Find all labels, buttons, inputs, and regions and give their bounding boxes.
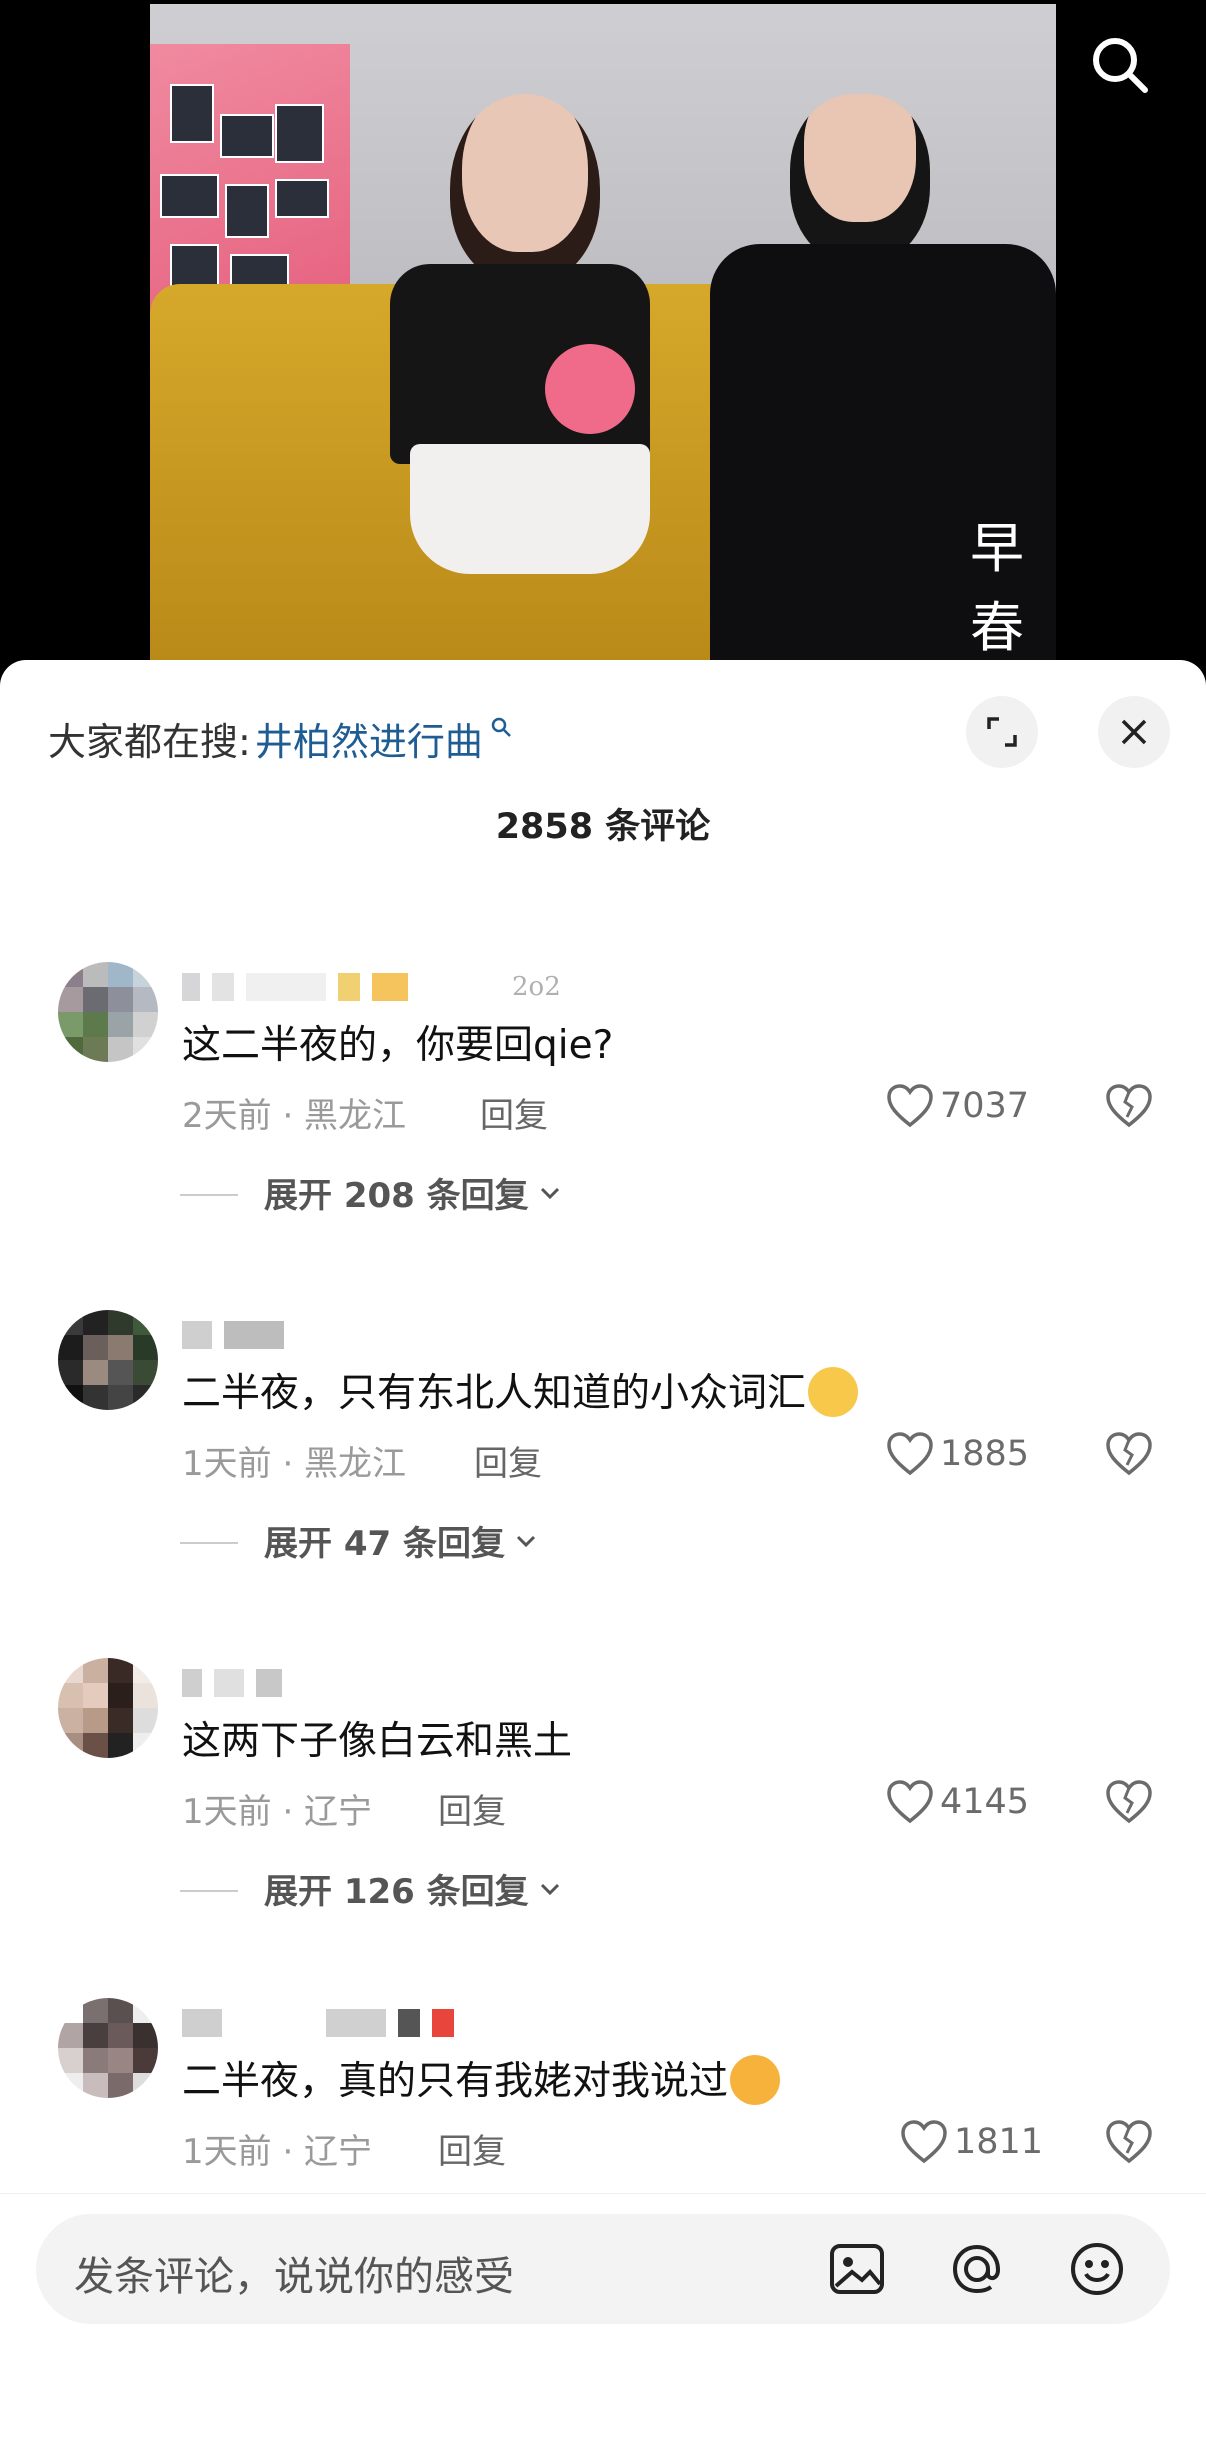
- video-player[interactable]: 早春: [0, 0, 1206, 660]
- trending-prefix: 大家都在搜:: [48, 719, 251, 764]
- dislike-icon[interactable]: [1105, 2118, 1153, 2166]
- chevron-down-icon: [540, 1187, 559, 1199]
- laughing-crying-emoji: [730, 2054, 781, 2105]
- search-small-icon: [489, 715, 513, 746]
- reply-button[interactable]: 回复: [438, 2124, 506, 2173]
- username-blurred[interactable]: [182, 2004, 454, 2042]
- comment-meta: 1天前 · 辽宁: [182, 1792, 373, 1832]
- expand-replies-button[interactable]: 展开 208 条回复: [180, 1168, 565, 1217]
- dislike-icon[interactable]: [1105, 1430, 1153, 1478]
- like-button[interactable]: 7037: [886, 1080, 1029, 1132]
- comment-text: 这二半夜的，你要回qie?: [182, 1023, 614, 1068]
- chevron-down-icon: [516, 1535, 536, 1547]
- username-fragment: 2o2: [512, 972, 561, 1002]
- username-blurred[interactable]: 2o2: [182, 968, 561, 1006]
- reply-button[interactable]: 回复: [438, 1784, 506, 1833]
- at-icon[interactable]: [946, 2238, 1008, 2300]
- hand-fan: [545, 344, 635, 434]
- like-count: 1811: [954, 2122, 1044, 2162]
- expand-replies-button[interactable]: 展开 126 条回复: [180, 1864, 565, 1913]
- search-icon[interactable]: [1085, 30, 1155, 100]
- like-count: 7037: [940, 1086, 1030, 1126]
- comment-item: 二半夜，真的只有我姥对我说过 1天前 · 辽宁 回复 1811: [0, 1998, 1206, 2198]
- avatar[interactable]: [58, 1310, 158, 1410]
- expand-replies-label: 展开 47 条回复: [264, 1524, 505, 1564]
- emoji-icon[interactable]: [1066, 2238, 1128, 2300]
- dislike-icon[interactable]: [1105, 1082, 1153, 1130]
- comment-input-placeholder: 发条评论，说说你的感受: [74, 2254, 514, 2300]
- close-icon[interactable]: [1098, 696, 1170, 768]
- reply-button[interactable]: 回复: [480, 1088, 548, 1137]
- comment-count: 2858 条评论: [495, 807, 711, 847]
- expand-replies-button[interactable]: 展开 47 条回复: [180, 1516, 541, 1565]
- comment-item: 这两下子像白云和黑土 1天前 · 辽宁 回复 4145 展开 126 条回复: [0, 1658, 1206, 1912]
- comment-input-bar: 发条评论，说说你的感受: [0, 2193, 1206, 2442]
- comment-text-content: 二半夜，真的只有我姥对我说过: [182, 2059, 729, 2104]
- expand-replies-label: 展开 126 条回复: [264, 1872, 529, 1912]
- comment-text: 二半夜，真的只有我姥对我说过: [182, 2050, 781, 2109]
- like-button[interactable]: 4145: [886, 1776, 1029, 1828]
- username-blurred[interactable]: [182, 1664, 282, 1702]
- comment-item: 二半夜，只有东北人知道的小众词汇 1天前 · 黑龙江 回复 1885 展开 47…: [0, 1310, 1206, 1564]
- comment-input[interactable]: 发条评论，说说你的感受: [36, 2214, 1170, 2324]
- avatar[interactable]: [58, 962, 158, 1062]
- expand-replies-label: 展开 208 条回复: [264, 1176, 529, 1216]
- comment-meta: 1天前 · 辽宁: [182, 2132, 373, 2172]
- reply-button[interactable]: 回复: [474, 1436, 542, 1485]
- heart-icon: [887, 1780, 933, 1824]
- video-frame[interactable]: 早春: [150, 4, 1056, 660]
- like-button[interactable]: 1811: [900, 2116, 1043, 2168]
- heart-icon: [887, 1084, 933, 1128]
- heart-icon: [887, 1432, 933, 1476]
- image-icon[interactable]: [826, 2238, 888, 2300]
- comment-text: 这两下子像白云和黑土: [182, 1719, 573, 1764]
- expand-icon[interactable]: [966, 696, 1038, 768]
- comment-text-content: 二半夜，只有东北人知道的小众词汇: [182, 1371, 807, 1416]
- trending-search[interactable]: 大家都在搜: 井柏然进行曲: [48, 708, 513, 768]
- dislike-icon[interactable]: [1105, 1778, 1153, 1826]
- comment-meta: 1天前 · 黑龙江: [182, 1444, 407, 1484]
- avatar[interactable]: [58, 1658, 158, 1758]
- avatar[interactable]: [58, 1998, 158, 2098]
- username-blurred[interactable]: [182, 1316, 284, 1354]
- comment-text: 二半夜，只有东北人知道的小众词汇: [182, 1362, 859, 1421]
- comment-item: 2o2 这二半夜的，你要回qie? 2天前 · 黑龙江 回复 7037 展开 2…: [0, 962, 1206, 1216]
- video-watermark: 早春: [970, 517, 1024, 659]
- comment-meta: 2天前 · 黑龙江: [182, 1096, 407, 1136]
- like-count: 1885: [940, 1434, 1030, 1474]
- chevron-down-icon: [540, 1883, 559, 1895]
- heart-icon: [901, 2120, 947, 2164]
- comments-sheet: 大家都在搜: 井柏然进行曲 2858 条评论 2o2 这二半夜的，你要回qie?…: [0, 660, 1206, 2441]
- like-button[interactable]: 1885: [886, 1428, 1029, 1480]
- trending-keyword[interactable]: 井柏然进行曲: [255, 711, 483, 766]
- shy-glasses-emoji: [808, 1366, 859, 1417]
- like-count: 4145: [940, 1782, 1030, 1822]
